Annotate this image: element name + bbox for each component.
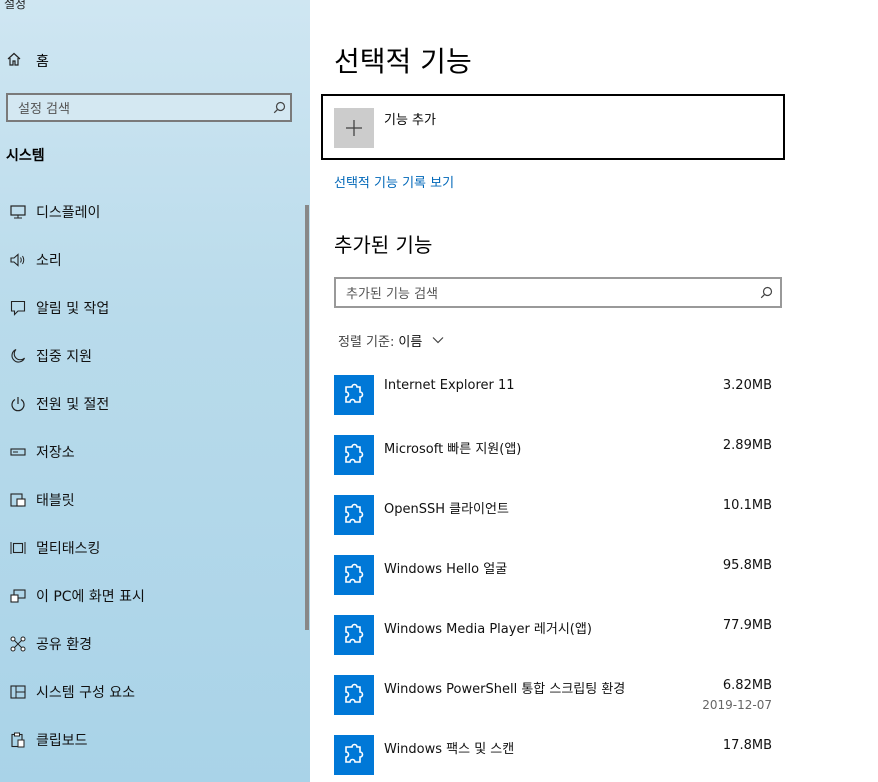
search-placeholder: 추가된 기능 검색 (346, 287, 438, 302)
settings-search-input[interactable]: 설정 검색 (6, 93, 292, 122)
feature-size: 10.1MB (722, 498, 772, 513)
plus-icon (334, 108, 374, 148)
sidebar-item-power[interactable]: 전원 및 절전 (0, 392, 109, 416)
nav-home[interactable]: 홈 (6, 50, 49, 72)
storage-icon (0, 447, 36, 457)
feature-size: 17.8MB (722, 738, 772, 753)
sidebar-item-tablet[interactable]: 태블릿 (0, 488, 75, 512)
monitor-icon (0, 205, 36, 219)
feature-name: Windows Hello 얼굴 (384, 562, 508, 577)
feature-item[interactable]: Internet Explorer 11 3.20MB (334, 375, 774, 415)
sidebar-item-label: 저장소 (36, 445, 75, 461)
feature-size: 3.20MB (722, 378, 772, 393)
puzzle-piece-icon (334, 735, 374, 775)
puzzle-piece-icon (334, 435, 374, 475)
add-feature-button[interactable]: 기능 추가 (321, 94, 785, 160)
sidebar-item-label: 시스템 구성 요소 (36, 685, 136, 701)
sidebar-item-display[interactable]: 디스플레이 (0, 200, 100, 224)
search-icon[interactable] (752, 286, 780, 299)
sidebar-item-label: 클립보드 (36, 733, 88, 749)
sidebar-item-label: 공유 환경 (36, 637, 92, 653)
feature-item[interactable]: Windows Media Player 레거시(앱) 77.9MB (334, 615, 774, 655)
feature-item[interactable]: OpenSSH 클라이언트 10.1MB (334, 495, 774, 535)
sidebar-item-focus-assist[interactable]: 집중 지원 (0, 344, 92, 368)
home-icon (6, 51, 22, 71)
clipboard-icon (0, 732, 36, 748)
puzzle-piece-icon (334, 375, 374, 415)
feature-name: Windows PowerShell 통합 스크립팅 환경 (384, 682, 626, 697)
page-title: 선택적 기능 (334, 45, 472, 78)
puzzle-piece-icon (334, 675, 374, 715)
sidebar-item-label: 이 PC에 화면 표시 (36, 589, 145, 605)
sidebar-item-clipboard[interactable]: 클립보드 (0, 728, 88, 752)
feature-history-link[interactable]: 선택적 기능 기록 보기 (334, 172, 454, 191)
sidebar-item-label: 태블릿 (36, 493, 75, 509)
notification-icon (0, 300, 36, 316)
add-feature-label: 기능 추가 (384, 113, 436, 128)
main-panel: 선택적 기능 기능 추가 선택적 기능 기록 보기 추가된 기능 추가된 기능 … (310, 0, 878, 782)
feature-item[interactable]: Microsoft 빠른 지원(앱) 2.89MB (334, 435, 774, 475)
components-icon (0, 685, 36, 699)
feature-size: 6.82MB (722, 678, 772, 693)
sidebar-item-label: 소리 (36, 253, 62, 269)
sidebar-item-storage[interactable]: 저장소 (0, 440, 75, 464)
sidebar-item-system-components[interactable]: 시스템 구성 요소 (0, 680, 135, 704)
sidebar-scrollbar[interactable] (305, 205, 309, 630)
puzzle-piece-icon (334, 555, 374, 595)
feature-size: 2.89MB (722, 438, 772, 453)
sidebar: 설정 홈 설정 검색 시스템 디스플레이 소리 알림 및 작업 집중 지원 전원… (0, 0, 310, 782)
sidebar-item-label: 알림 및 작업 (36, 301, 110, 317)
sidebar-item-multitasking[interactable]: 멀티태스킹 (0, 536, 100, 560)
app-title: 설정 (4, 0, 27, 11)
sidebar-item-label: 멀티태스킹 (36, 541, 101, 557)
sidebar-item-project[interactable]: 이 PC에 화면 표시 (0, 584, 145, 608)
feature-size: 77.9MB (722, 618, 772, 633)
feature-item[interactable]: Windows 팩스 및 스캔 17.8MB (334, 735, 774, 775)
feature-name: Windows 팩스 및 스캔 (384, 742, 515, 757)
sidebar-item-label: 집중 지원 (36, 349, 92, 365)
search-icon[interactable] (268, 101, 290, 114)
sidebar-item-sound[interactable]: 소리 (0, 248, 62, 272)
sidebar-item-notifications[interactable]: 알림 및 작업 (0, 296, 109, 320)
sort-dropdown[interactable]: 정렬 기준: 이름 (338, 331, 444, 350)
share-icon (0, 636, 36, 652)
installed-features-title: 추가된 기능 (334, 233, 433, 257)
puzzle-piece-icon (334, 615, 374, 655)
feature-name: Internet Explorer 11 (384, 378, 515, 393)
installed-features-search-input[interactable]: 추가된 기능 검색 (334, 277, 782, 308)
sidebar-item-shared-experiences[interactable]: 공유 환경 (0, 632, 92, 656)
home-label: 홈 (36, 54, 49, 70)
search-placeholder: 설정 검색 (18, 102, 70, 117)
feature-date: 2019-12-07 (702, 698, 772, 712)
tablet-icon (0, 492, 36, 508)
feature-item[interactable]: Windows Hello 얼굴 95.8MB (334, 555, 774, 595)
feature-size: 95.8MB (722, 558, 772, 573)
puzzle-piece-icon (334, 495, 374, 535)
speaker-icon (0, 253, 36, 267)
feature-name: Windows Media Player 레거시(앱) (384, 622, 592, 637)
sort-value: 이름 (398, 335, 423, 350)
moon-icon (0, 348, 36, 364)
sidebar-item-label: 디스플레이 (36, 205, 101, 221)
feature-name: Microsoft 빠른 지원(앱) (384, 442, 522, 457)
feature-name: OpenSSH 클라이언트 (384, 502, 509, 517)
sort-label: 정렬 기준: (338, 335, 395, 350)
feature-item[interactable]: Windows PowerShell 통합 스크립팅 환경 6.82MB 201… (334, 675, 774, 715)
power-icon (0, 396, 36, 412)
section-title: 시스템 (6, 148, 45, 164)
chevron-down-icon (432, 333, 444, 348)
project-icon (0, 588, 36, 604)
sidebar-item-label: 전원 및 절전 (36, 397, 110, 413)
multitasking-icon (0, 540, 36, 556)
